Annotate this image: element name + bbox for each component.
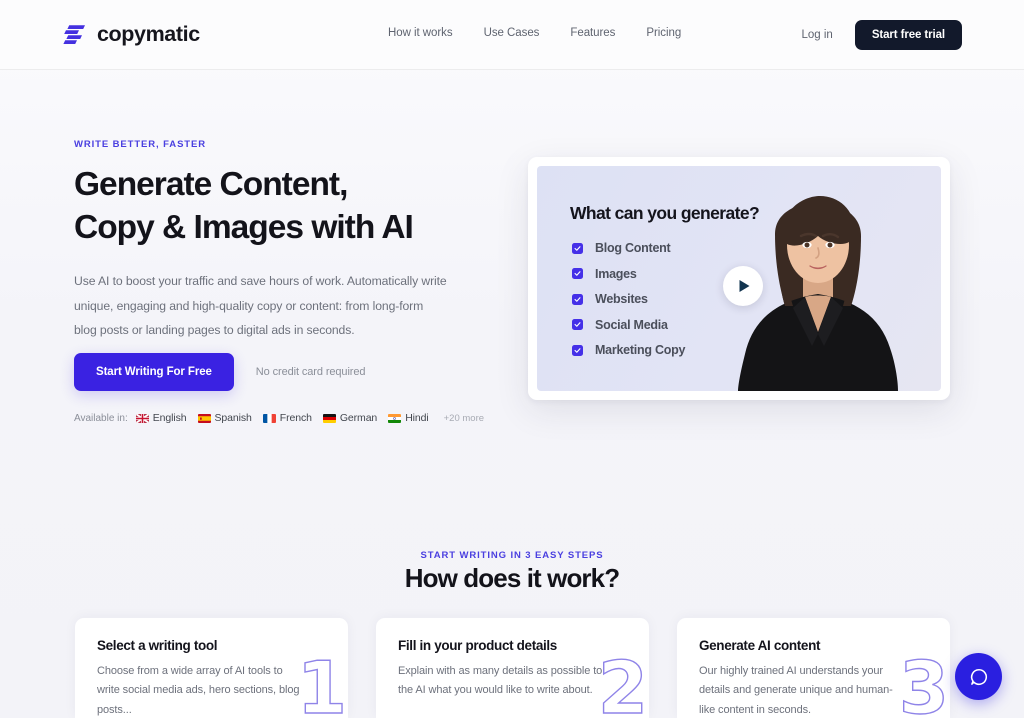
step-card-3: Generate AI content Our highly trained A… bbox=[677, 618, 950, 718]
language-spanish[interactable]: Spanish bbox=[197, 412, 252, 424]
step-title: Fill in your product details bbox=[398, 638, 557, 653]
step-number: 2 bbox=[597, 646, 649, 718]
list-item: Websites bbox=[572, 292, 685, 306]
language-label: German bbox=[339, 412, 378, 424]
nav-item-how-it-works[interactable]: How it works bbox=[388, 27, 453, 39]
language-label: English bbox=[152, 412, 187, 424]
start-free-trial-button[interactable]: Start free trial bbox=[854, 20, 962, 50]
step-title: Select a writing tool bbox=[97, 638, 218, 653]
step-title: Generate AI content bbox=[699, 638, 821, 653]
chat-support-button[interactable] bbox=[955, 653, 1002, 700]
available-in-label: Available in: bbox=[74, 412, 128, 424]
step-description: Choose from a wide array of AI tools to … bbox=[97, 665, 300, 716]
how-it-works-eyebrow: START WRITING IN 3 EASY STEPS bbox=[420, 550, 604, 561]
start-writing-for-free-button[interactable]: Start Writing For Free bbox=[74, 353, 234, 391]
step-card-2: Fill in your product details Explain wit… bbox=[376, 618, 649, 718]
checkbox-checked-icon bbox=[572, 242, 583, 254]
how-it-works-title: How does it work? bbox=[404, 563, 620, 593]
hero-content: WRITE BETTER, FASTER Generate Content, C… bbox=[74, 139, 494, 424]
header-actions: Log in Start free trial bbox=[801, 20, 962, 50]
list-item: Images bbox=[572, 267, 685, 281]
language-french[interactable]: French bbox=[262, 412, 312, 424]
flag-germany-icon bbox=[322, 413, 336, 423]
play-icon bbox=[739, 280, 749, 292]
hero-cta-row: Start Writing For Free No credit card re… bbox=[74, 353, 365, 391]
languages-more-link[interactable]: +20 more bbox=[444, 413, 484, 424]
list-item-label: Social Media bbox=[595, 317, 668, 332]
list-item-label: Blog Content bbox=[595, 241, 671, 255]
chat-bubble-icon bbox=[970, 668, 987, 685]
language-label: French bbox=[279, 412, 312, 424]
checkbox-checked-icon bbox=[572, 268, 583, 279]
flag-france-icon bbox=[262, 413, 276, 423]
checkbox-checked-icon bbox=[572, 293, 583, 305]
video-thumbnail: What can you generate? Blog Content Imag… bbox=[537, 166, 941, 391]
list-item-label: Images bbox=[595, 266, 637, 281]
video-preview-card[interactable]: What can you generate? Blog Content Imag… bbox=[528, 157, 950, 400]
nav-item-features[interactable]: Features bbox=[570, 27, 615, 39]
video-card-feature-list: Blog Content Images Websites Social Medi… bbox=[572, 241, 686, 369]
copymatic-logo-icon bbox=[63, 25, 85, 44]
step-number: 3 bbox=[898, 646, 950, 718]
language-english[interactable]: English bbox=[135, 412, 187, 424]
step-number: 1 bbox=[296, 646, 348, 718]
landing-page: copymatic How it works Use Cases Feature… bbox=[0, 0, 1024, 718]
list-item-label: Marketing Copy bbox=[595, 343, 686, 357]
checkbox-checked-icon bbox=[572, 344, 583, 356]
hero-eyebrow: WRITE BETTER, FASTER bbox=[74, 139, 206, 150]
list-item: Blog Content bbox=[572, 241, 685, 255]
logo[interactable]: copymatic bbox=[62, 21, 200, 47]
login-link[interactable]: Log in bbox=[801, 29, 832, 41]
logo-text: copymatic bbox=[97, 21, 200, 46]
main-nav: How it works Use Cases Features Pricing bbox=[388, 27, 681, 39]
flag-uk-icon bbox=[135, 413, 149, 423]
language-german[interactable]: German bbox=[322, 412, 378, 424]
no-credit-card-note: No credit card required bbox=[255, 366, 366, 378]
available-languages: Available in: English Spanish French Ger… bbox=[74, 412, 484, 424]
language-label: Hindi bbox=[405, 412, 429, 424]
flag-india-icon bbox=[388, 413, 402, 423]
checkbox-checked-icon bbox=[572, 319, 583, 330]
flag-spain-icon bbox=[197, 413, 211, 423]
list-item: Marketing Copy bbox=[572, 343, 686, 357]
page-title: Generate Content, Copy & Images with AI bbox=[74, 166, 414, 247]
language-label: Spanish bbox=[214, 412, 252, 424]
list-item: Social Media bbox=[572, 318, 685, 332]
play-video-button[interactable] bbox=[723, 266, 763, 306]
nav-item-pricing[interactable]: Pricing bbox=[646, 27, 681, 39]
nav-item-use-cases[interactable]: Use Cases bbox=[484, 27, 540, 39]
steps-container: Select a writing tool Choose from a wide… bbox=[75, 618, 950, 718]
step-description: Our highly trained AI understands your d… bbox=[699, 665, 893, 716]
step-card-1: Select a writing tool Choose from a wide… bbox=[75, 618, 348, 718]
site-header: copymatic How it works Use Cases Feature… bbox=[0, 0, 1024, 70]
hero-subtitle: Use AI to boost your traffic and save ho… bbox=[74, 274, 447, 338]
step-description: Explain with as many details as possible… bbox=[398, 665, 603, 697]
list-item-label: Websites bbox=[595, 292, 648, 306]
language-hindi[interactable]: Hindi bbox=[388, 412, 429, 424]
